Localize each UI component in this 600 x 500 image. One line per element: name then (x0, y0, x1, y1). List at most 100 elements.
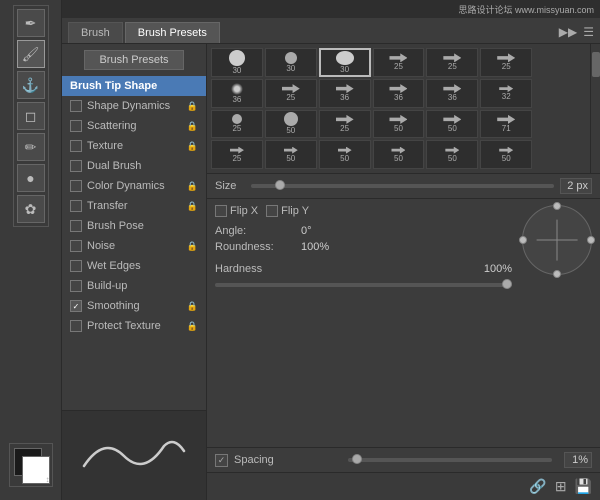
brush-list-item-12[interactable]: Protect Texture🔒 (62, 316, 206, 336)
grid-icon[interactable]: ⊞ (555, 478, 567, 495)
brush-thumb-6[interactable] (534, 48, 586, 77)
brush-thumb-19[interactable]: 71 (480, 110, 532, 139)
brush-thumb-7[interactable]: 36 (211, 79, 263, 108)
brush-thumb-5[interactable]: 25 (480, 48, 532, 77)
spacing-slider[interactable] (348, 458, 552, 462)
brush-thumb-0[interactable]: 30 (211, 48, 263, 77)
brush-thumb-4[interactable]: 25 (426, 48, 478, 77)
spacing-checkbox[interactable]: ✓ (215, 454, 228, 467)
brush-list-item-10[interactable]: Build-up (62, 276, 206, 296)
brush-thumb-8[interactable]: 25 (265, 79, 317, 108)
flip-x-checkbox[interactable] (215, 205, 227, 217)
angle-handle-left[interactable] (519, 236, 527, 244)
brush-item-checkbox-10[interactable] (70, 280, 82, 292)
brush-list-item-6[interactable]: Transfer🔒 (62, 196, 206, 216)
brush-item-checkbox-4[interactable] (70, 160, 82, 172)
brush-thumb-16[interactable]: 25 (319, 110, 371, 139)
angle-handle-right[interactable] (587, 236, 595, 244)
brush-tool[interactable]: 🖌 (17, 40, 45, 68)
color-swatch[interactable]: ↕ (9, 443, 53, 487)
spacing-slider-thumb[interactable] (352, 454, 362, 464)
brush-item-checkbox-7[interactable] (70, 220, 82, 232)
eraser-tool[interactable]: ◻ (17, 102, 45, 130)
brush-thumb-15[interactable]: 50 (265, 110, 317, 139)
size-slider-track[interactable] (251, 184, 554, 188)
brush-list-item-3[interactable]: Texture🔒 (62, 136, 206, 156)
brush-item-checkbox-9[interactable] (70, 260, 82, 272)
link-icon[interactable]: 🔗 (529, 478, 546, 495)
pattern-tool[interactable]: ✿ (17, 195, 45, 223)
expand-icon[interactable]: ▶▶ (559, 25, 577, 39)
brush-thumb-25[interactable]: 50 (426, 140, 478, 169)
tab-brush-presets[interactable]: Brush Presets (125, 22, 220, 43)
thumb-arrow (389, 84, 407, 93)
spacing-value[interactable]: 1% (564, 452, 592, 468)
angle-handle-top[interactable] (553, 202, 561, 210)
pen-tool[interactable]: ✏ (17, 133, 45, 161)
brush-thumb-14[interactable]: 25 (211, 110, 263, 139)
brush-thumb-26[interactable]: 50 (480, 140, 532, 169)
brush-item-checkbox-8[interactable] (70, 240, 82, 252)
brush-list-item-7[interactable]: Brush Pose (62, 216, 206, 236)
thumbnail-scrollbar[interactable] (590, 44, 600, 173)
hardness-slider-thumb[interactable] (502, 279, 512, 289)
flip-y-label: Flip Y (281, 205, 309, 217)
brush-list-item-1[interactable]: Shape Dynamics🔒 (62, 96, 206, 116)
thumbnail-scrollbar-thumb[interactable] (592, 52, 600, 77)
brush-item-checkbox-1[interactable] (70, 100, 82, 112)
brush-item-checkbox-12[interactable] (70, 320, 82, 332)
brush-list-item-2[interactable]: Scattering🔒 (62, 116, 206, 136)
brush-item-checkbox-3[interactable] (70, 140, 82, 152)
brush-thumb-23[interactable]: 50 (319, 140, 371, 169)
hardness-slider[interactable] (215, 283, 512, 287)
roundness-label: Roundness: (215, 241, 295, 253)
thumb-arrow (336, 115, 354, 124)
brush-item-checkbox-6[interactable] (70, 200, 82, 212)
brush-thumb-10[interactable]: 36 (373, 79, 425, 108)
brush-item-checkbox-5[interactable] (70, 180, 82, 192)
tab-icons: ▶▶ ☰ (559, 25, 594, 43)
brush-item-checkbox-2[interactable] (70, 120, 82, 132)
stamp-tool[interactable]: ⚓ (17, 71, 45, 99)
pencil-tool[interactable]: ✒ (17, 9, 45, 37)
brush-thumb-21[interactable]: 25 (211, 140, 263, 169)
roundness-value[interactable]: 100% (301, 241, 329, 253)
brush-thumb-1[interactable]: 30 (265, 48, 317, 77)
tab-brush[interactable]: Brush (68, 22, 123, 43)
save-icon[interactable]: 💾 (575, 478, 592, 495)
brush-thumb-24[interactable]: 50 (373, 140, 425, 169)
brush-thumb-27[interactable] (534, 140, 586, 169)
brush-presets-button[interactable]: Brush Presets (84, 50, 183, 70)
flip-y-checkbox[interactable] (266, 205, 278, 217)
brush-item-label-9: Wet Edges (87, 260, 141, 272)
brush-list-item-8[interactable]: Noise🔒 (62, 236, 206, 256)
brush-thumb-13[interactable] (534, 79, 586, 108)
brush-list-item-5[interactable]: Color Dynamics🔒 (62, 176, 206, 196)
brush-list-item-0[interactable]: Brush Tip Shape (62, 76, 206, 96)
brush-thumb-20[interactable] (534, 110, 586, 139)
angle-circle-control[interactable] (522, 205, 592, 275)
size-value[interactable]: 2 px (560, 178, 592, 194)
menu-icon[interactable]: ☰ (583, 25, 594, 39)
angle-value[interactable]: 0° (301, 225, 312, 237)
lock-icon-3: 🔒 (187, 141, 198, 152)
angle-handle-bottom[interactable] (553, 270, 561, 278)
brush-thumb-18[interactable]: 50 (426, 110, 478, 139)
flip-x-btn[interactable]: Flip X (215, 205, 258, 217)
brush-thumb-17[interactable]: 50 (373, 110, 425, 139)
brush-thumb-9[interactable]: 36 (319, 79, 371, 108)
flip-y-btn[interactable]: Flip Y (266, 205, 309, 217)
hardness-value[interactable]: 100% (484, 263, 512, 275)
brush-thumb-11[interactable]: 36 (426, 79, 478, 108)
size-slider-thumb[interactable] (275, 180, 285, 190)
brush-list-item-9[interactable]: Wet Edges (62, 256, 206, 276)
brush-thumb-3[interactable]: 25 (373, 48, 425, 77)
brush-list-item-4[interactable]: Dual Brush (62, 156, 206, 176)
brush-thumb-12[interactable]: 32 (480, 79, 532, 108)
brush-item-checkbox-11[interactable]: ✓ (70, 300, 82, 312)
brush-thumb-22[interactable]: 50 (265, 140, 317, 169)
brush-thumb-2[interactable]: 30 (319, 48, 371, 77)
bottom-bar: 🔗 ⊞ 💾 (207, 472, 600, 500)
brush-list-item-11[interactable]: ✓Smoothing🔒 (62, 296, 206, 316)
blur-tool[interactable]: ● (17, 164, 45, 192)
